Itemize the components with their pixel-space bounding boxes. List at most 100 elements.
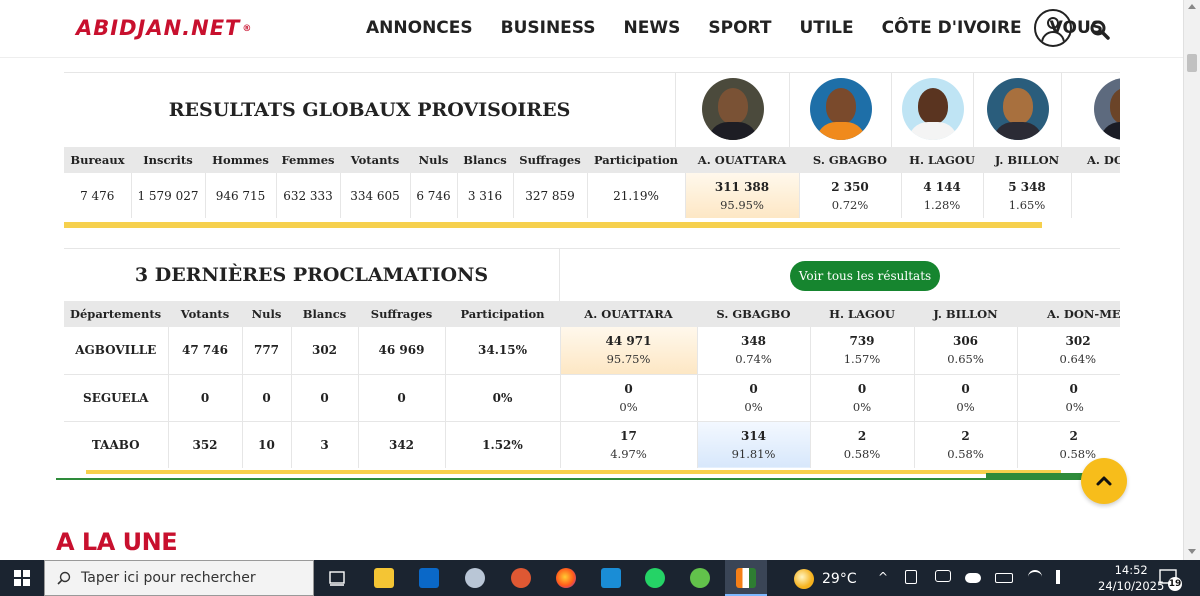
nav-cote-divoire[interactable]: CÔTE D'IVOIRE bbox=[868, 18, 1036, 38]
teams-icon[interactable] bbox=[465, 568, 485, 588]
cell-departement: SEGUELA bbox=[64, 374, 169, 422]
cell-candidate-result: 0 0% bbox=[1017, 374, 1120, 422]
col-candidate-lagou: H. LAGOU bbox=[901, 147, 983, 173]
nav-news[interactable]: NEWS bbox=[610, 18, 695, 38]
cell-departement: TAABO bbox=[64, 421, 169, 468]
col-candidate-don-mel: A. DON-MEL bbox=[1017, 301, 1120, 327]
table-header-row: Bureaux Inscrits Hommes Femmes Votants N… bbox=[64, 147, 1120, 173]
candidate-photo-don-mello bbox=[1062, 73, 1120, 147]
table-row: TAABO 352 10 3 342 1.52% 17 4.97% 314 91.8… bbox=[64, 421, 1120, 468]
col-inscrits: Inscrits bbox=[131, 147, 205, 173]
onedrive-icon[interactable] bbox=[965, 573, 981, 583]
system-clock[interactable]: 14:52 24/10/2025 bbox=[1098, 562, 1164, 594]
site-logo[interactable]: ABIDJAN.NET ® bbox=[76, 16, 252, 40]
col-blancs: Blancs bbox=[291, 301, 358, 327]
proclamations-panel: 3 DERNIÈRES PROCLAMATIONS Voir tous les … bbox=[64, 248, 1120, 468]
cell-blancs: 302 bbox=[291, 327, 359, 375]
cell-candidate-result: 0 0% bbox=[697, 374, 811, 422]
candidate-photo-gbagbo bbox=[790, 73, 892, 147]
search-icon[interactable] bbox=[1090, 20, 1110, 40]
avatar bbox=[1094, 78, 1120, 140]
candidate-photo-ouattara bbox=[676, 73, 790, 147]
user-account-icon[interactable] bbox=[1034, 9, 1072, 47]
network-app-icon[interactable] bbox=[601, 568, 621, 588]
table-row: 7 476 1 579 027 946 715 632 333 334 605 … bbox=[64, 173, 1120, 218]
table-row: SEGUELA 0 0 0 0 0% 0 0% 0 0% 0 0% 0 0% 0 0% bbox=[64, 374, 1120, 422]
scroll-up-arrow-icon[interactable] bbox=[1188, 4, 1196, 9]
nav-utile[interactable]: UTILE bbox=[785, 18, 867, 38]
cell-blancs: 0 bbox=[291, 374, 359, 422]
cell-candidate-result: 5 348 1.65% bbox=[983, 173, 1072, 218]
weather-widget[interactable]: 29°C bbox=[794, 569, 857, 589]
cell-candidate-result: 4 144 1.28% bbox=[901, 173, 984, 218]
col-departements: Départements bbox=[64, 301, 168, 327]
cell-votants: 47 746 bbox=[168, 327, 243, 375]
green-divider-accent bbox=[986, 473, 1086, 479]
green-divider bbox=[56, 478, 1116, 480]
cell-bureaux: 7 476 bbox=[64, 173, 132, 218]
scroll-to-top-button[interactable] bbox=[1081, 458, 1127, 504]
meet-now-icon[interactable] bbox=[935, 570, 951, 582]
col-candidate-gbagbo: S. GBAGBO bbox=[697, 301, 810, 327]
utorrent-icon[interactable] bbox=[690, 568, 710, 588]
cell-candidate-result: 0 0% bbox=[560, 374, 698, 422]
col-hommes: Hommes bbox=[205, 147, 276, 173]
scroll-thumb[interactable] bbox=[1187, 54, 1197, 72]
col-candidate-lagou: H. LAGOU bbox=[810, 301, 914, 327]
battery-icon[interactable] bbox=[995, 573, 1013, 583]
windows-taskbar: Taper ici pour rechercher 29°C ^ 14:52 24… bbox=[0, 560, 1200, 596]
avatar bbox=[702, 78, 764, 140]
partly-sunny-icon bbox=[794, 569, 814, 589]
page-scrollbar[interactable] bbox=[1183, 0, 1200, 560]
whatsapp-icon[interactable] bbox=[645, 568, 665, 588]
cell-candidate-result: 739 1.57% bbox=[810, 327, 915, 375]
scroll-down-arrow-icon[interactable] bbox=[1188, 549, 1196, 554]
col-nuls: Nuls bbox=[410, 147, 457, 173]
col-votants: Votants bbox=[340, 147, 410, 173]
cell-candidate-result: 17 4.97% bbox=[560, 421, 698, 468]
cell-femmes: 632 333 bbox=[276, 173, 341, 218]
nav-business[interactable]: BUSINESS bbox=[487, 18, 610, 38]
cell-suffrages: 46 969 bbox=[358, 327, 446, 375]
firefox-icon[interactable] bbox=[556, 568, 576, 588]
col-blancs: Blancs bbox=[457, 147, 513, 173]
taskbar-search-input[interactable]: Taper ici pour rechercher bbox=[44, 560, 314, 596]
cell-blancs: 3 316 bbox=[457, 173, 514, 218]
col-femmes: Femmes bbox=[276, 147, 340, 173]
cell-candidate-result: 0 0% bbox=[914, 374, 1018, 422]
col-votants: Votants bbox=[168, 301, 242, 327]
cell-participation: 1.52% bbox=[445, 421, 561, 468]
outlook-icon[interactable] bbox=[419, 568, 439, 588]
col-candidate-ouattara: A. OUATTARA bbox=[560, 301, 697, 327]
proclamations-title: 3 DERNIÈRES PROCLAMATIONS bbox=[64, 249, 560, 301]
wifi-icon[interactable] bbox=[1028, 570, 1042, 584]
file-explorer-icon[interactable] bbox=[374, 568, 394, 588]
candidate-photo-billon bbox=[974, 73, 1062, 147]
device-icon[interactable] bbox=[905, 570, 917, 584]
col-candidate-billon: J. BILLON bbox=[983, 147, 1071, 173]
chevron-up-icon bbox=[1096, 476, 1112, 486]
avatar bbox=[810, 78, 872, 140]
duckduckgo-icon[interactable] bbox=[511, 568, 531, 588]
cote-divoire-app-icon[interactable] bbox=[736, 568, 756, 588]
nav-annonces[interactable]: ANNONCES bbox=[352, 18, 487, 38]
cell-nuls: 0 bbox=[242, 374, 292, 422]
view-all-results-button[interactable]: Voir tous les résultats bbox=[790, 261, 940, 291]
table-row: AGBOVILLE 47 746 777 302 46 969 34.15% 4… bbox=[64, 327, 1120, 375]
nav-sport[interactable]: SPORT bbox=[694, 18, 785, 38]
chevron-up-icon[interactable]: ^ bbox=[878, 570, 888, 584]
col-candidate-ouattara: A. OUATTARA bbox=[685, 147, 799, 173]
cell-votants: 0 bbox=[168, 374, 243, 422]
volume-icon[interactable] bbox=[1056, 570, 1070, 584]
cell-candidate-result: 348 0.74% bbox=[697, 327, 811, 375]
cell-votants: 334 605 bbox=[340, 173, 411, 218]
global-results-panel: RESULTATS GLOBAUX PROVISOIRES Bureaux In… bbox=[64, 72, 1120, 218]
col-participation: Participation bbox=[445, 301, 560, 327]
global-results-title: RESULTATS GLOBAUX PROVISOIRES bbox=[64, 73, 676, 147]
avatar bbox=[902, 78, 964, 140]
proclamations-table: Départements Votants Nuls Blancs Suffrag… bbox=[64, 301, 1120, 468]
task-view-icon[interactable] bbox=[327, 568, 347, 588]
table-header-row: Départements Votants Nuls Blancs Suffrag… bbox=[64, 301, 1120, 327]
cell-nuls: 6 746 bbox=[410, 173, 458, 218]
windows-start-icon[interactable] bbox=[14, 570, 30, 586]
